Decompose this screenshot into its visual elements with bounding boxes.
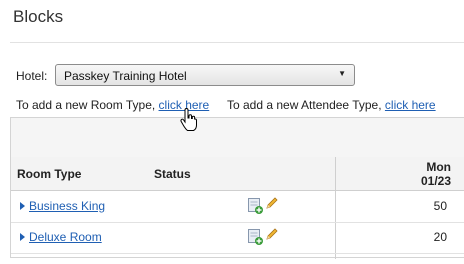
add-attendee-type-text: To add a new Attendee Type,	[227, 98, 382, 112]
room-type-link[interactable]: Deluxe Room	[29, 230, 102, 244]
pencil-icon[interactable]	[265, 227, 279, 241]
header-day-name: Mon	[426, 160, 451, 174]
day-value[interactable]: 50	[336, 199, 464, 213]
header-room-type: Room Type	[17, 167, 82, 181]
header-day: Mon 01/23	[371, 160, 464, 188]
add-room-type-text: To add a new Room Type,	[16, 98, 156, 112]
page-title: Blocks	[13, 7, 64, 26]
grid-toolbar-band	[11, 118, 464, 158]
blocks-grid: Room Type Status Mon 01/23 Business King…	[10, 117, 464, 259]
header-status: Status	[154, 167, 191, 181]
title-divider	[10, 42, 464, 43]
table-row: Deluxe Room 20	[11, 222, 464, 254]
add-document-icon[interactable]	[247, 198, 263, 214]
add-document-icon[interactable]	[247, 229, 263, 245]
hand-pointer-icon	[180, 108, 197, 131]
hotel-select-value: Passkey Training Hotel	[64, 69, 187, 83]
header-day-date: 01/23	[420, 174, 451, 188]
expand-row-icon[interactable]	[20, 233, 25, 241]
add-attendee-type-info: To add a new Attendee Type, click here	[227, 98, 436, 112]
add-attendee-type-link[interactable]: click here	[385, 98, 436, 112]
room-type-link[interactable]: Business King	[29, 199, 105, 213]
hotel-select[interactable]: Passkey Training Hotel ▼	[55, 64, 355, 86]
expand-row-icon[interactable]	[20, 202, 25, 210]
table-row: Business King 50	[11, 191, 464, 223]
pencil-icon[interactable]	[265, 196, 279, 210]
dropdown-arrow-icon: ▼	[338, 69, 346, 78]
day-value[interactable]: 20	[336, 230, 464, 244]
hotel-label: Hotel:	[16, 69, 48, 83]
